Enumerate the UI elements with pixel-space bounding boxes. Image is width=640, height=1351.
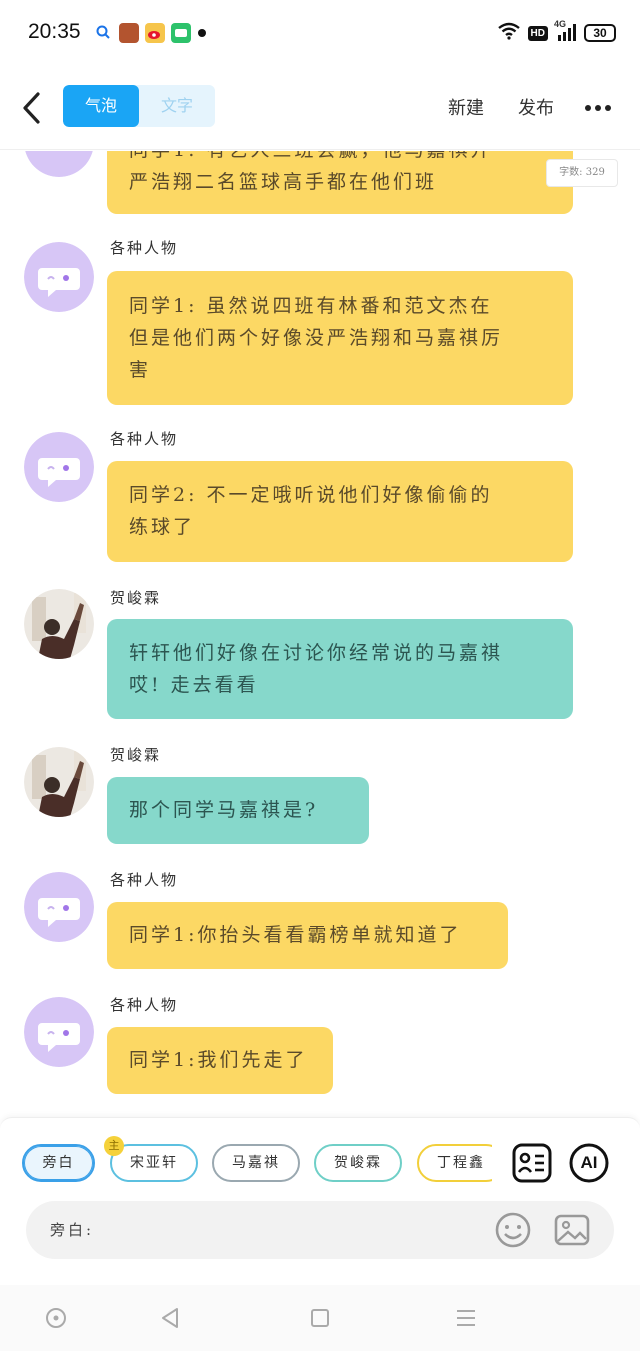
main-character-badge: 主 bbox=[104, 1136, 124, 1156]
back-nav-button[interactable] bbox=[158, 1305, 184, 1331]
wifi-icon bbox=[497, 22, 520, 44]
person-photo-icon bbox=[24, 747, 94, 817]
avatar-he-junlin[interactable] bbox=[24, 589, 94, 659]
chat-bubble[interactable]: 轩轩他们好像在讨论你经常说的马嘉祺 哎! 走去看看 bbox=[107, 619, 573, 719]
ai-label: AI bbox=[580, 1153, 598, 1172]
circle-dot-icon bbox=[46, 1308, 66, 1328]
contact-card-icon bbox=[512, 1143, 552, 1183]
bubble-text-line: 但是他们两个好像没严浩翔和马嘉祺厉 bbox=[129, 327, 504, 349]
chevron-left-icon bbox=[23, 92, 40, 124]
bubble-text-line: 哎! 走去看看 bbox=[129, 674, 259, 696]
image-icon bbox=[554, 1214, 590, 1246]
chat-bubble-face-icon bbox=[24, 872, 94, 942]
avatar-narrator-chat[interactable] bbox=[24, 151, 94, 177]
network-type-label: 4G bbox=[554, 19, 567, 29]
speaker-name: 贺峻霖 bbox=[110, 589, 162, 607]
chip-he-junlin[interactable]: 贺峻霖 bbox=[314, 1144, 402, 1182]
chat-bubble[interactable]: 那个同学马嘉祺是? bbox=[107, 777, 369, 844]
search-app-icon bbox=[94, 23, 114, 43]
game-app-icon bbox=[119, 23, 139, 43]
avatar-various-characters[interactable] bbox=[24, 997, 94, 1067]
bubble-text-line: 同学1: 有艺人三班会赢，他马嘉祺开 bbox=[129, 151, 551, 166]
chat-bubble-face-icon bbox=[24, 432, 94, 502]
status-time: 20:35 bbox=[28, 20, 81, 43]
speaker-name: 各种人物 bbox=[110, 430, 179, 448]
weibo-app-icon bbox=[145, 23, 165, 43]
triangle-back-icon bbox=[162, 1308, 178, 1328]
more-dot bbox=[605, 105, 611, 111]
chip-ding-chengxin[interactable]: 丁程鑫 bbox=[417, 1144, 492, 1182]
speaker-name: 各种人物 bbox=[110, 239, 179, 257]
battery-indicator: 30 bbox=[584, 24, 616, 42]
bubble-text-line: 严浩翔二名篮球高手都在他们班 bbox=[129, 171, 438, 193]
message-input[interactable]: 旁白: bbox=[26, 1201, 614, 1259]
bubble-text-line: 同学1:你抬头看看霸榜单就知道了 bbox=[129, 924, 462, 946]
system-navigation-bar bbox=[0, 1285, 640, 1351]
chip-ma-jiaqi[interactable]: 马嘉祺 bbox=[212, 1144, 300, 1182]
mode-switch: 气泡 文字 bbox=[63, 85, 215, 127]
person-photo-icon bbox=[24, 589, 94, 659]
chat-bubble[interactable]: 同学1: 虽然说四班有林番和范文杰在 但是他们两个好像没严浩翔和马嘉祺厉 害 bbox=[107, 271, 573, 405]
assistant-nav-button[interactable] bbox=[43, 1305, 69, 1331]
character-manage-button[interactable] bbox=[511, 1142, 553, 1184]
insert-image-button[interactable] bbox=[553, 1211, 591, 1249]
more-options-button[interactable] bbox=[585, 96, 613, 120]
chip-narrator[interactable]: 旁白 bbox=[22, 1144, 95, 1182]
avatar-various-characters[interactable] bbox=[24, 872, 94, 942]
ai-button[interactable]: AI bbox=[568, 1142, 610, 1184]
emoji-button[interactable] bbox=[494, 1211, 532, 1249]
more-dot bbox=[585, 105, 591, 111]
chat-bubble-face-icon bbox=[24, 997, 94, 1067]
chat-bubble-face-icon bbox=[24, 242, 94, 312]
avatar-he-junlin[interactable] bbox=[24, 747, 94, 817]
speaker-name: 各种人物 bbox=[110, 996, 179, 1014]
speaker-name: 各种人物 bbox=[110, 871, 179, 889]
character-chip-list[interactable]: 旁白 宋亚轩 马嘉祺 贺峻霖 丁程鑫 bbox=[22, 1144, 492, 1184]
chat-bubble[interactable]: 同学1: 有艺人三班会赢，他马嘉祺开 严浩翔二名篮球高手都在他们班 bbox=[107, 151, 573, 214]
bubble-text-line: 同学1:我们先走了 bbox=[129, 1049, 308, 1071]
chat-bubble-face-icon bbox=[25, 151, 93, 177]
composer-panel: 旁白 宋亚轩 马嘉祺 贺峻霖 丁程鑫 主 AI 旁白: bbox=[0, 1117, 640, 1285]
back-button[interactable] bbox=[18, 88, 50, 128]
chat-bubble[interactable]: 同学1:你抬头看看霸榜单就知道了 bbox=[107, 902, 508, 969]
bubble-text-line: 轩轩他们好像在讨论你经常说的马嘉祺 bbox=[129, 642, 504, 664]
more-dot bbox=[595, 105, 601, 111]
menu-nav-button[interactable] bbox=[453, 1305, 479, 1331]
more-notifications-dot bbox=[198, 29, 206, 37]
smiley-icon bbox=[495, 1212, 531, 1248]
bubble-text-line: 同学1: 虽然说四班有林番和范文杰在 bbox=[129, 295, 493, 317]
speaker-name: 贺峻霖 bbox=[110, 746, 162, 764]
status-indicators: HD 4G 30 bbox=[497, 19, 616, 45]
square-home-icon bbox=[311, 1309, 329, 1327]
word-count-badge: 字数: 329 bbox=[546, 159, 618, 187]
avatar-various-characters[interactable] bbox=[24, 242, 94, 312]
bubble-text-line: 那个同学马嘉祺是? bbox=[129, 799, 319, 821]
bubble-text-line: 害 bbox=[129, 359, 152, 381]
status-bar: 20:35 HD 4G 30 bbox=[0, 0, 640, 66]
bubble-text-line: 同学2: 不一定哦听说他们好像偷偷的 bbox=[129, 484, 493, 506]
hamburger-menu-icon bbox=[457, 1310, 475, 1326]
chat-bubble[interactable]: 同学1:我们先走了 bbox=[107, 1027, 333, 1094]
home-nav-button[interactable] bbox=[307, 1305, 333, 1331]
input-speaker-prefix: 旁白: bbox=[50, 1221, 95, 1239]
bubble-text-line: 练球了 bbox=[129, 516, 196, 538]
tab-text[interactable]: 文字 bbox=[139, 85, 215, 127]
publish-button[interactable]: 发布 bbox=[518, 94, 554, 120]
message-app-icon bbox=[171, 23, 191, 43]
cell-signal-icon: 4G bbox=[554, 19, 576, 43]
chat-bubble[interactable]: 同学2: 不一定哦听说他们好像偷偷的 练球了 bbox=[107, 461, 573, 562]
hd-badge: HD bbox=[527, 25, 548, 41]
editor-header: 气泡 文字 新建 发布 bbox=[0, 66, 640, 150]
new-button[interactable]: 新建 bbox=[448, 94, 484, 120]
avatar-various-characters[interactable] bbox=[24, 432, 94, 502]
tab-bubble[interactable]: 气泡 bbox=[63, 85, 139, 127]
chat-area[interactable]: 同学1: 有艺人三班会赢，他马嘉祺开 严浩翔二名篮球高手都在他们班 字数: 32… bbox=[0, 151, 640, 1117]
